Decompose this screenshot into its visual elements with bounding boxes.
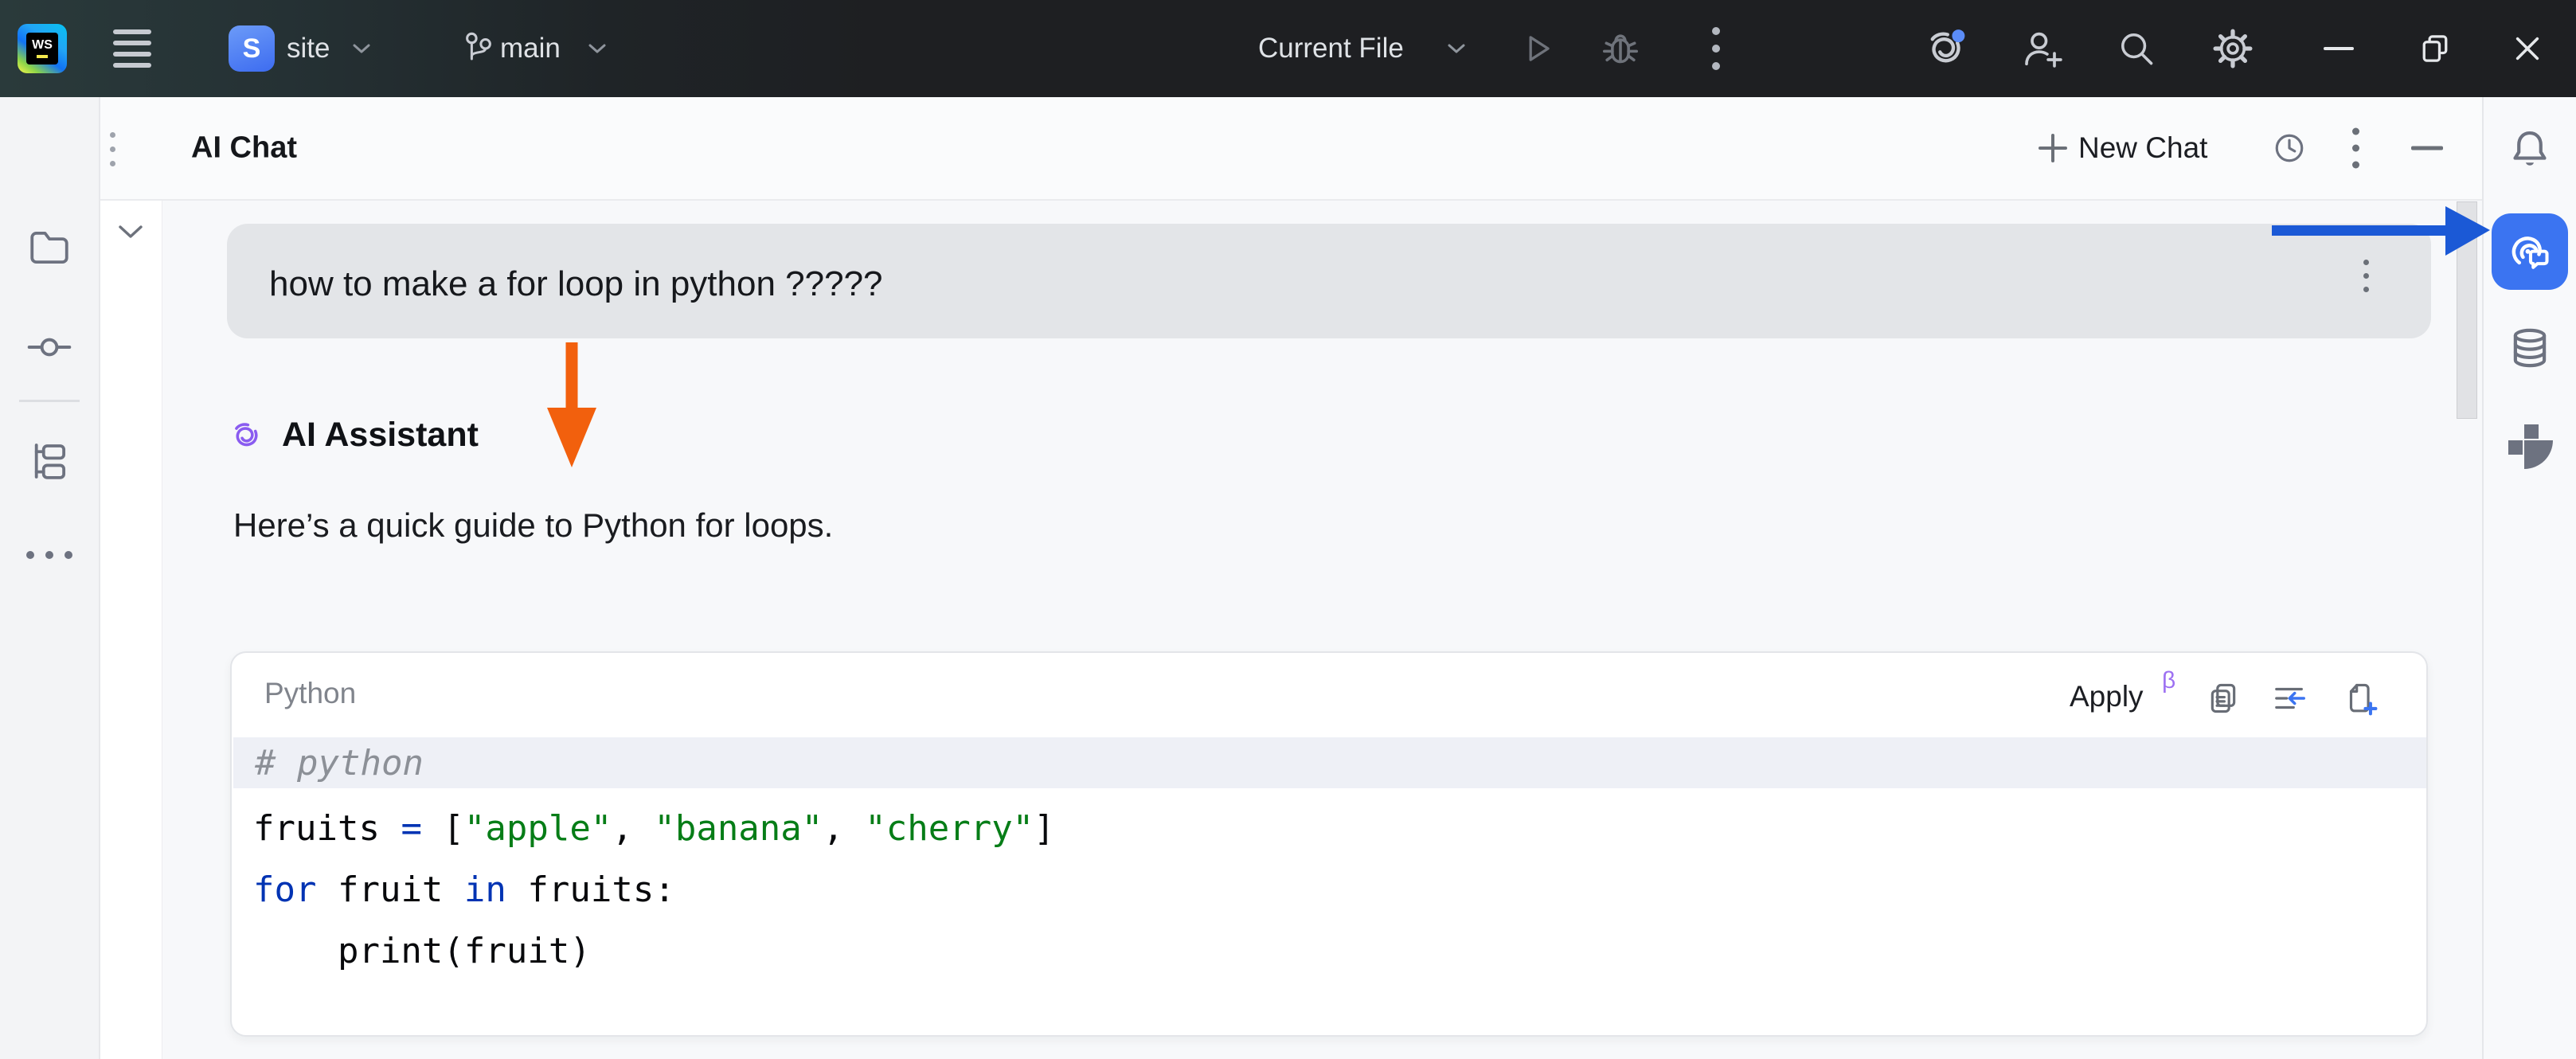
- database-icon[interactable]: [2507, 325, 2553, 375]
- add-user-button[interactable]: [2021, 26, 2066, 71]
- structure-icon[interactable]: [26, 438, 72, 488]
- git-branch-icon[interactable]: [460, 30, 497, 67]
- apply-button[interactable]: Apply: [2070, 680, 2144, 713]
- assistant-header: AI Assistant: [229, 416, 479, 455]
- ai-assistant-logo-icon: [229, 418, 264, 453]
- window-minimize-button[interactable]: [2324, 47, 2354, 50]
- ai-chat-icon: [2505, 227, 2555, 276]
- annotation-down-arrow: [546, 342, 599, 468]
- project-chevron-down-icon[interactable]: [351, 42, 372, 55]
- debug-button[interactable]: [1599, 27, 1642, 70]
- message-more-button[interactable]: [2363, 260, 2369, 292]
- copy-code-button[interactable]: [2205, 680, 2242, 721]
- hide-panel-button[interactable]: [2411, 147, 2443, 150]
- panel-title: AI Chat: [191, 131, 297, 166]
- tool-window-gutter: [100, 97, 162, 1059]
- project-folder-icon[interactable]: [26, 225, 72, 275]
- chat-more-button[interactable]: [2352, 128, 2359, 169]
- code-line: for fruit in fruits:: [253, 859, 1055, 920]
- ai-assistant-icon[interactable]: [1923, 25, 1969, 72]
- title-bar: WS S site main Current File: [0, 0, 2576, 97]
- app-abbr: WS: [32, 39, 53, 52]
- webstorm-logo-icon: WS: [18, 24, 67, 73]
- project-name[interactable]: site: [287, 33, 330, 64]
- branch-name[interactable]: main: [500, 33, 561, 64]
- assistant-name: AI Assistant: [282, 416, 479, 455]
- more-actions-button[interactable]: [1712, 27, 1720, 70]
- settings-gear-icon[interactable]: [2211, 26, 2255, 71]
- insert-at-caret-button[interactable]: [2272, 680, 2308, 721]
- window-restore-button[interactable]: [2418, 31, 2453, 66]
- code-line: print(fruit): [253, 920, 1055, 982]
- code-block: Python Apply β: [230, 651, 2428, 1037]
- plugin-checker-icon[interactable]: [2507, 424, 2553, 471]
- toolbar-divider: [19, 400, 80, 402]
- project-icon[interactable]: S: [229, 25, 275, 72]
- ide-window: WS S site main Current File: [0, 0, 2576, 1059]
- run-config-chevron-down-icon[interactable]: [1446, 42, 1467, 55]
- code-comment-line: # python: [233, 737, 2426, 788]
- user-message-text: how to make a for loop in python ?????: [269, 243, 883, 325]
- notification-dot: [1952, 29, 1964, 42]
- left-tool-window-bar: [0, 97, 100, 1059]
- window-close-button[interactable]: [2510, 31, 2545, 66]
- search-icon[interactable]: [2115, 27, 2158, 70]
- new-chat-button[interactable]: New Chat: [2039, 131, 2207, 165]
- code-language-label: Python: [264, 677, 356, 710]
- ai-chat-header: AI Chat New Chat: [100, 97, 2482, 201]
- plus-icon: [2039, 134, 2067, 162]
- code-line: fruits = ["apple", "banana", "cherry"]: [253, 798, 1055, 859]
- right-tool-window-bar: [2482, 97, 2576, 1059]
- branch-chevron-down-icon[interactable]: [587, 42, 608, 55]
- collapse-message-chevron-icon[interactable]: [116, 223, 145, 240]
- code-lines: fruits = ["apple", "banana", "cherry"]fo…: [253, 798, 1055, 982]
- new-file-from-code-button[interactable]: [2342, 680, 2379, 721]
- commit-icon[interactable]: [25, 323, 73, 375]
- more-tool-windows-button[interactable]: [26, 551, 72, 559]
- ai-chat-tool-window-button[interactable]: [2492, 213, 2568, 290]
- history-clock-icon: [2270, 129, 2308, 167]
- run-configuration[interactable]: Current File: [1258, 33, 1404, 64]
- annotation-right-arrow: [2272, 205, 2490, 256]
- chat-history-button[interactable]: [2270, 129, 2308, 167]
- beta-badge: β: [2162, 667, 2175, 694]
- assistant-paragraph: Here’s a quick guide to Python for loops…: [233, 506, 833, 545]
- new-chat-label: New Chat: [2078, 131, 2207, 165]
- main-menu-button[interactable]: [113, 29, 151, 68]
- run-button[interactable]: [1517, 29, 1557, 68]
- notifications-bell-icon[interactable]: [2507, 126, 2553, 176]
- drag-handle-icon[interactable]: [110, 132, 115, 166]
